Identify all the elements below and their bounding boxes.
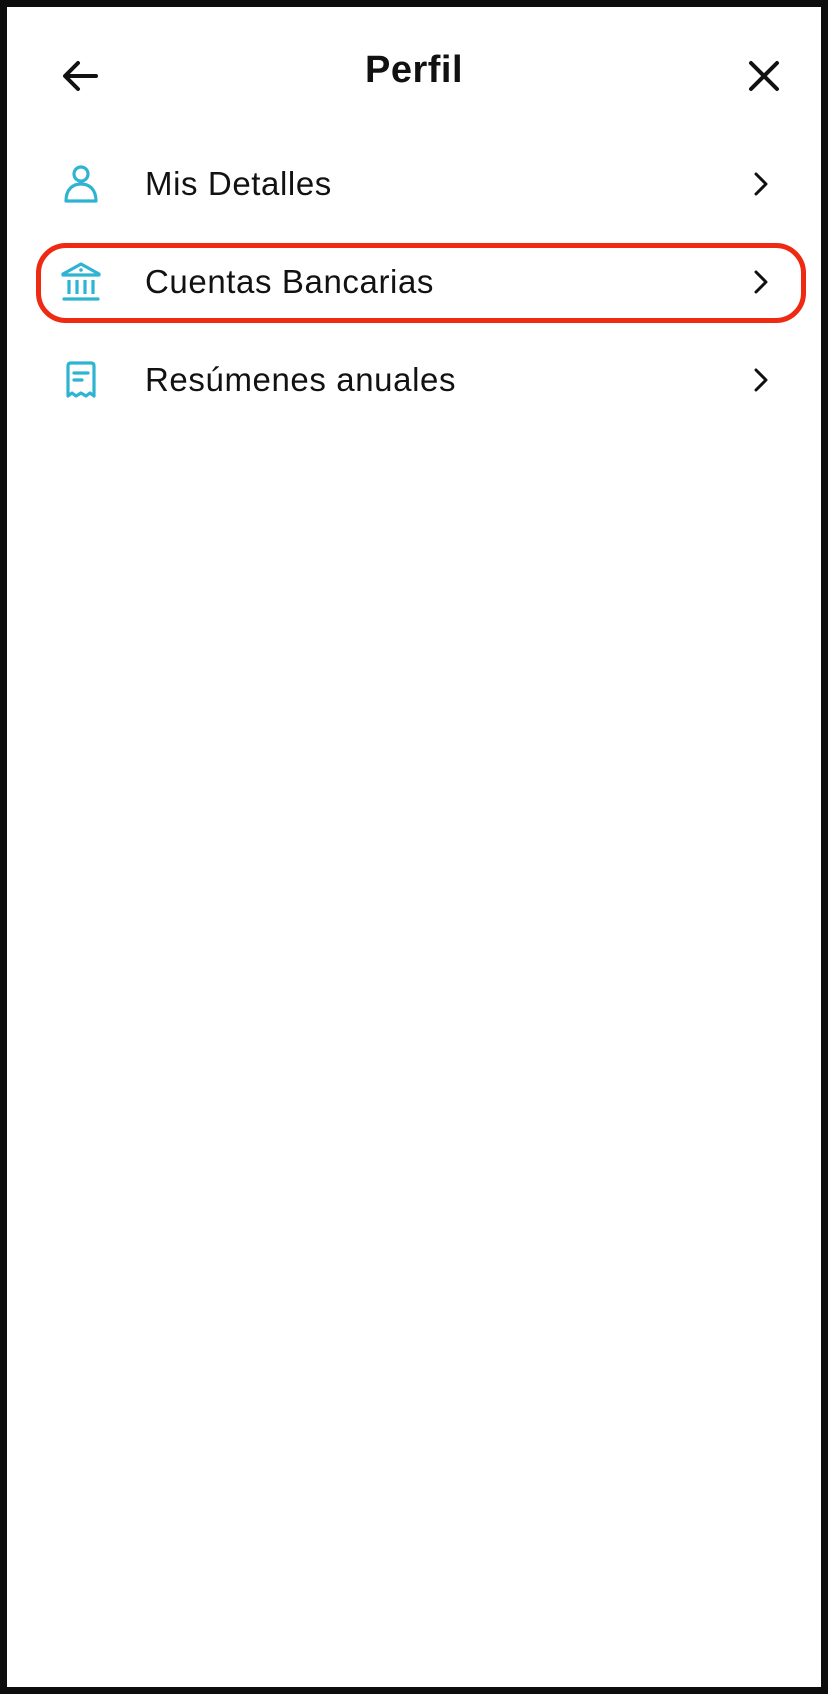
person-icon [59, 162, 103, 206]
chevron-right-icon [747, 169, 775, 199]
close-button[interactable] [741, 53, 787, 99]
app-frame: Perfil Mis Detalles Cuentas Bancarias Re… [0, 0, 828, 1694]
menu-item-mis-detalles[interactable]: Mis Detalles [7, 135, 821, 233]
bank-icon [59, 260, 103, 304]
menu-item-label: Mis Detalles [145, 165, 332, 202]
menu-item-cuentas-bancarias[interactable]: Cuentas Bancarias [7, 233, 821, 331]
menu-item-label: Cuentas Bancarias [145, 263, 435, 300]
chevron-right-icon [747, 267, 775, 297]
menu-item-label: Resúmenes anuales [145, 361, 457, 398]
chevron-right-icon [747, 365, 775, 395]
profile-menu: Mis Detalles Cuentas Bancarias Resúmenes… [7, 135, 821, 429]
header: Perfil [7, 35, 821, 117]
page-title: Perfil [364, 49, 464, 91]
menu-item-resumenes-anuales[interactable]: Resúmenes anuales [7, 331, 821, 429]
receipt-icon [59, 358, 103, 402]
close-icon [749, 61, 779, 91]
